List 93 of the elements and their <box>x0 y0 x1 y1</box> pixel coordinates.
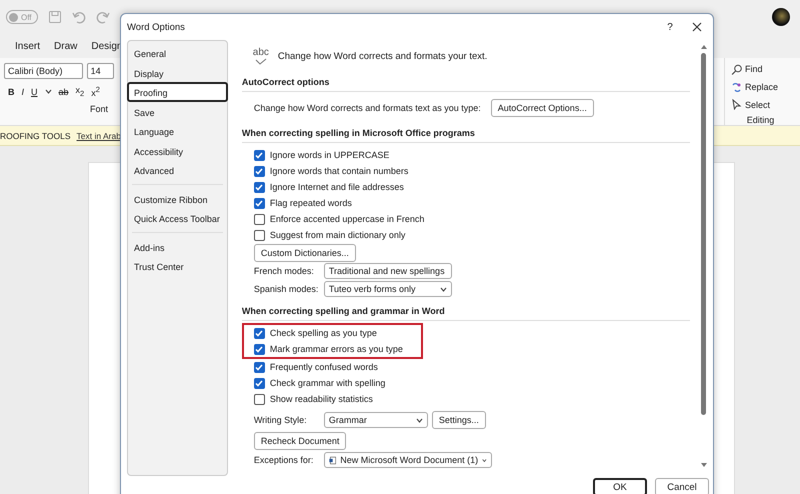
check-icon <box>255 200 264 206</box>
sidebar-item[interactable]: Customize Ribbon <box>127 188 228 208</box>
search-icon <box>731 64 742 75</box>
close-icon[interactable] <box>692 22 702 32</box>
checkbox-label[interactable]: Ignore words in UPPERCASE <box>270 150 390 160</box>
abc-label: abc <box>252 48 269 58</box>
font-name-dropdown[interactable]: Calibri (Body) <box>4 63 83 79</box>
section-heading: AutoCorrect options <box>242 72 690 92</box>
replace-icon <box>731 82 742 92</box>
caret-icon <box>416 418 423 422</box>
dropdown[interactable]: New Microsoft Word Document (1) <box>324 452 492 468</box>
checkbox-label[interactable]: Ignore words that contain numbers <box>270 166 408 176</box>
ribbon-tab[interactable]: Draw <box>54 40 78 52</box>
field-label: Spanish modes: <box>254 284 320 294</box>
caret-icon <box>440 286 447 292</box>
check-icon <box>255 168 264 174</box>
font-size-dropdown[interactable]: 14 <box>86 63 114 79</box>
ribbon-command[interactable]: Find <box>731 62 790 77</box>
checkbox-label[interactable]: Frequently confused words <box>270 362 378 372</box>
format-button[interactable]: x$^{2}$ <box>91 85 100 98</box>
checkbox[interactable] <box>254 362 265 372</box>
checkbox-label[interactable]: Check spelling as you type <box>270 328 377 338</box>
document-icon <box>328 454 336 466</box>
dialog-button[interactable]: Custom Dictionaries... <box>254 244 356 262</box>
check-icon <box>255 184 264 190</box>
check-icon <box>255 346 264 352</box>
dropdown[interactable]: Traditional and new spellings <box>324 263 452 279</box>
notification-title: ROOFING TOOLS <box>0 130 71 140</box>
check-icon <box>255 152 264 158</box>
sidebar-item[interactable]: Save <box>127 102 228 121</box>
check-icon <box>255 330 264 336</box>
avatar-icon[interactable] <box>772 8 790 26</box>
format-button[interactable]: ab <box>58 86 69 96</box>
section-heading: When correcting spelling in Microsoft Office programs <box>242 123 690 143</box>
ribbon-command[interactable]: Select <box>731 97 790 112</box>
format-button[interactable]: U <box>31 86 38 96</box>
field-label: Writing Style: <box>254 415 308 425</box>
caret-icon[interactable] <box>44 89 52 94</box>
field-label: Exceptions for: <box>254 455 314 465</box>
sidebar-item[interactable]: Advanced <box>127 160 228 180</box>
scroll-down-icon[interactable] <box>700 462 708 468</box>
field-label: French modes: <box>254 266 315 276</box>
check-icon <box>254 58 267 64</box>
help-button[interactable]: ? <box>654 22 686 32</box>
checkbox-label[interactable]: Enforce accented uppercase in French <box>270 214 424 224</box>
checkbox-label[interactable]: Flag repeated words <box>270 198 352 208</box>
check-icon <box>255 364 264 370</box>
checkbox[interactable] <box>254 198 265 208</box>
row-label: Change how Word corrects and formats text as you type: <box>254 103 481 113</box>
checkbox-label[interactable]: Ignore Internet and file addresses <box>270 182 404 192</box>
section-heading: When correcting spelling and grammar in Word <box>242 301 690 321</box>
scroll-up-icon[interactable] <box>700 44 708 50</box>
caret-icon <box>482 458 487 462</box>
group-label: Font <box>90 104 108 114</box>
dropdown[interactable]: Grammar <box>324 412 428 428</box>
checkbox[interactable] <box>254 328 265 338</box>
settings-button[interactable]: Settings... <box>432 411 486 429</box>
sidebar-item[interactable]: Accessibility <box>127 140 228 160</box>
group-label: Editing <box>746 115 776 126</box>
checkbox[interactable] <box>254 150 265 160</box>
checkbox[interactable] <box>254 378 265 388</box>
checkbox-label[interactable]: Mark grammar errors as you type <box>270 344 403 354</box>
autocorrect-button[interactable]: AutoCorrect Options... <box>490 99 594 117</box>
checkbox[interactable] <box>254 182 265 192</box>
checkbox[interactable] <box>254 230 265 240</box>
checkbox-label[interactable]: Suggest from main dictionary only <box>270 230 406 240</box>
checkbox-label[interactable]: Show readability statistics <box>270 394 373 404</box>
dialog-title: Word Options <box>127 22 186 32</box>
dropdown[interactable]: Tuteo verb forms only <box>324 281 452 297</box>
dialog-button[interactable]: OK <box>593 478 647 494</box>
sidebar-item[interactable]: Quick Access Toolbar <box>127 208 228 228</box>
sidebar-item[interactable]: Proofing <box>127 82 228 102</box>
format-button[interactable]: I <box>22 86 24 96</box>
page-description: Change how Word corrects and formats your text. <box>278 50 488 62</box>
checkbox[interactable] <box>254 394 265 404</box>
format-button[interactable]: x$_{2}$ <box>76 85 84 98</box>
ribbon-tab[interactable]: Insert <box>15 40 40 52</box>
dialog-button[interactable]: Cancel <box>655 478 709 494</box>
dialog-button[interactable]: Recheck Document <box>254 432 346 450</box>
checkbox[interactable] <box>254 214 265 224</box>
sidebar-item[interactable]: General <box>127 43 228 62</box>
checkbox-label[interactable]: Check grammar with spelling <box>270 378 386 388</box>
format-button[interactable]: B <box>8 86 14 96</box>
scrollbar-thumb[interactable] <box>701 53 706 415</box>
ribbon-command[interactable]: Replace <box>731 80 790 94</box>
checkbox[interactable] <box>254 344 265 354</box>
sidebar-item[interactable]: Add-ins <box>127 236 228 256</box>
sidebar-item[interactable]: Display <box>127 62 228 82</box>
cursor-icon <box>731 99 742 110</box>
sidebar-item[interactable]: Language <box>127 121 228 140</box>
sidebar-item[interactable]: Trust Center <box>127 256 228 276</box>
checkbox[interactable] <box>254 166 265 176</box>
check-icon <box>255 380 264 386</box>
